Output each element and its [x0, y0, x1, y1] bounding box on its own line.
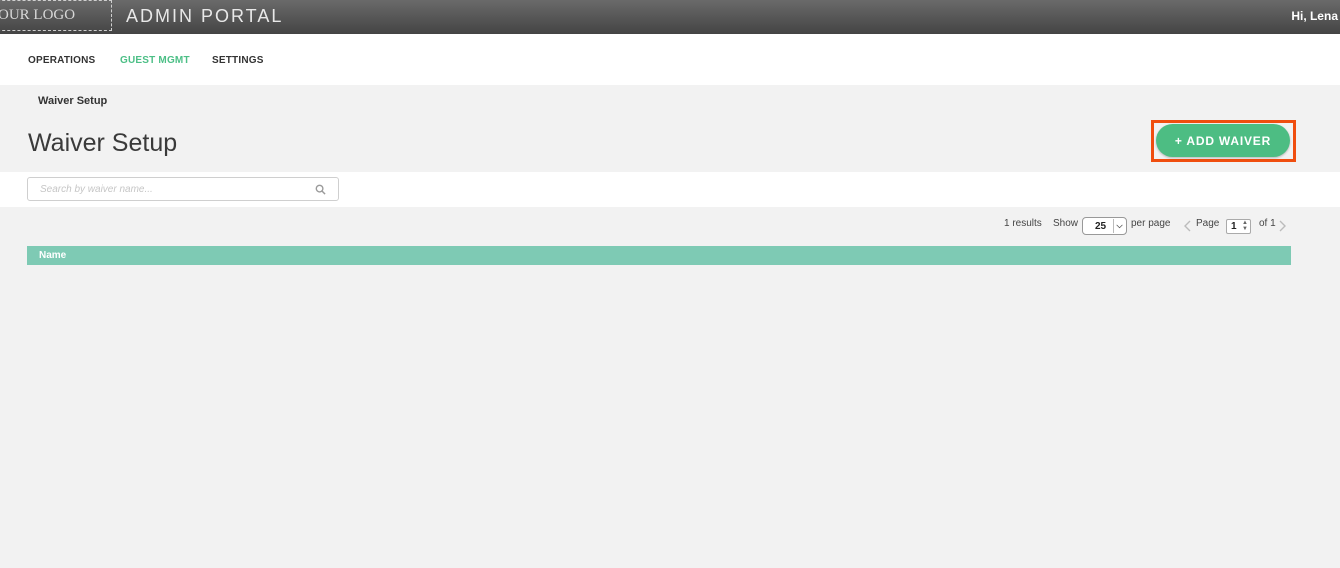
add-waiver-button[interactable]: + ADD WAIVER	[1156, 124, 1290, 157]
page-label: Page	[1196, 218, 1220, 229]
chevron-down-icon: ⌵	[1113, 219, 1125, 233]
breadcrumb[interactable]: Waiver Setup	[38, 95, 107, 107]
nav-item-guest-mgmt[interactable]: GUEST MGMT	[120, 55, 190, 66]
nav-item-settings[interactable]: SETTINGS	[212, 55, 264, 66]
search-icon[interactable]	[315, 184, 326, 195]
logo[interactable]: OUR LOGO	[0, 0, 112, 31]
nav-item-operations[interactable]: OPERATIONS	[28, 55, 95, 66]
column-header-name[interactable]: Name	[39, 250, 66, 261]
show-label: Show	[1053, 218, 1079, 229]
current-page-value: 1	[1231, 221, 1237, 232]
per-page-label: per page	[1131, 218, 1171, 229]
portal-title: ADMIN PORTAL	[126, 6, 284, 26]
page-title: Waiver Setup	[28, 129, 178, 157]
results-count: 1 results	[1004, 218, 1042, 229]
search-box	[27, 177, 339, 201]
per-page-value: 25	[1095, 221, 1107, 232]
top-header: OUR LOGO ADMIN PORTAL Hi, Lena	[0, 0, 1340, 34]
page-stepper-icon[interactable]: ▲ ▼	[1241, 220, 1249, 233]
search-input[interactable]	[40, 181, 310, 197]
prev-page-icon[interactable]	[1183, 219, 1193, 233]
next-page-icon[interactable]	[1277, 219, 1287, 233]
table-header: Name	[27, 246, 1291, 265]
main-nav: OPERATIONS GUEST MGMT SETTINGS	[0, 34, 1340, 85]
per-page-select[interactable]: 25 ⌵	[1082, 217, 1127, 235]
search-bar-area	[0, 172, 1340, 207]
page-total: of 1	[1259, 218, 1276, 229]
user-greeting[interactable]: Hi, Lena	[1291, 9, 1338, 23]
page-number-input[interactable]: 1 ▲ ▼	[1226, 219, 1251, 234]
